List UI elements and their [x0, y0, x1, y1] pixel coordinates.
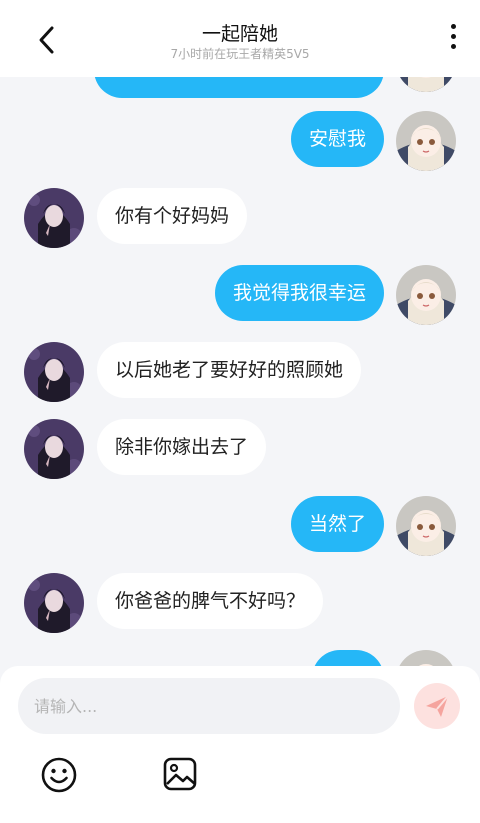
chat-title: 一起陪她	[201, 23, 278, 45]
message-bubble-sent[interactable]: 当然了	[290, 496, 384, 552]
more-vertical-icon	[446, 24, 460, 49]
my-avatar[interactable]	[396, 111, 456, 171]
contact-avatar[interactable]	[24, 419, 84, 479]
chat-status: 7小时前在玩王者精英5V5	[170, 47, 310, 61]
message-bubble-received[interactable]: 你爸爸的脾气不好吗？	[97, 573, 324, 629]
emoji-smile-icon	[41, 757, 77, 793]
send-button[interactable]	[414, 683, 460, 729]
my-avatar[interactable]	[396, 496, 456, 556]
message-bubble-received[interactable]: 除非你嫁出去了	[97, 419, 267, 475]
message-bubble-received[interactable]: 以后她老了要好好的照顾她	[97, 342, 362, 398]
contact-avatar[interactable]	[24, 573, 84, 633]
contact-avatar[interactable]	[24, 188, 84, 248]
more-options-button[interactable]	[446, 24, 460, 58]
send-plane-icon	[426, 695, 449, 717]
message-input[interactable]	[18, 678, 400, 734]
message-bubble-sent[interactable]: 安慰我	[290, 111, 384, 167]
message-composer	[0, 666, 480, 823]
image-picker-button[interactable]	[162, 756, 198, 792]
message-bubble-sent[interactable]: 我觉得我很幸运	[214, 265, 384, 321]
contact-avatar[interactable]	[24, 342, 84, 402]
my-avatar[interactable]	[396, 265, 456, 325]
message-bubble-received[interactable]: 你有个好妈妈	[97, 188, 248, 244]
image-icon	[163, 757, 197, 791]
chat-header: 一起陪她 7小时前在玩王者精英5V5	[0, 0, 480, 77]
emoji-button[interactable]	[40, 756, 78, 794]
